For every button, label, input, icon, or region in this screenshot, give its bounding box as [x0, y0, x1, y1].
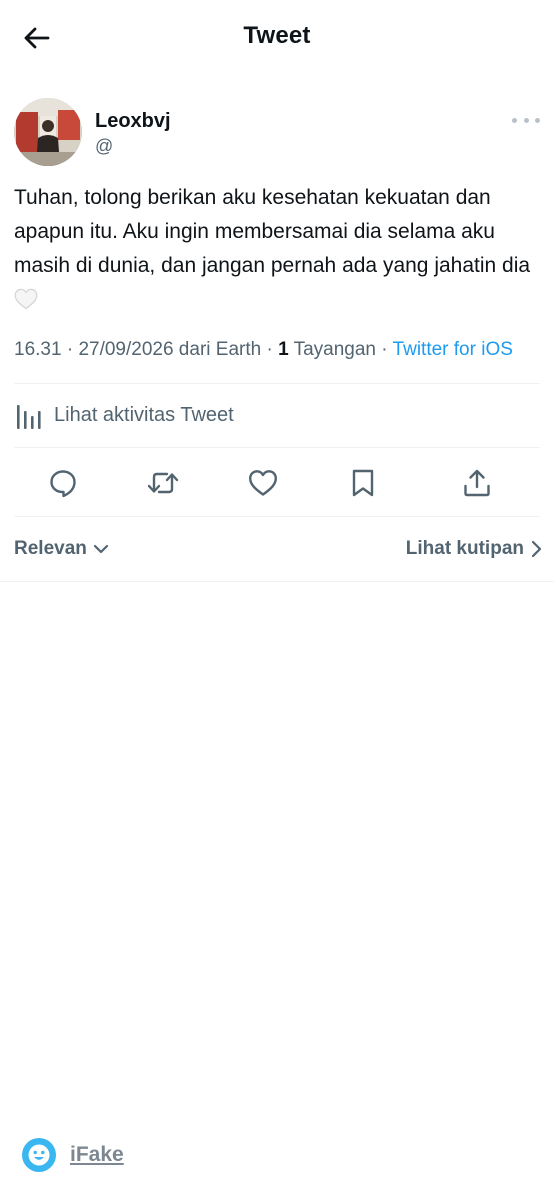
retweet-icon	[147, 472, 179, 494]
tweet-text: Tuhan, tolong berikan aku kesehatan keku…	[14, 181, 540, 317]
reply-icon	[50, 470, 76, 498]
meta-separator: ·	[261, 339, 279, 360]
smiley-icon	[22, 1138, 56, 1172]
tweet-body: Tuhan, tolong berikan aku kesehatan keku…	[14, 186, 531, 277]
views-label: Tayangan	[288, 339, 376, 360]
meta-separator: ·	[376, 339, 393, 360]
share-icon	[464, 469, 490, 497]
divider	[14, 383, 540, 384]
avatar-photo	[14, 98, 82, 166]
view-quotes-link[interactable]: Lihat kutipan	[406, 538, 542, 560]
more-dot	[535, 117, 540, 123]
meta-separator: ·	[61, 339, 79, 360]
more-horizontal-icon	[512, 117, 517, 123]
bookmark-icon	[352, 469, 374, 497]
tweet-detail-page: Tweet Leoxbvj @ Tuhan, tolong berikan ak…	[0, 0, 554, 1200]
tweet-meta: 16.31 · 27/09/2026 dari Earth · 1 Tayang…	[14, 339, 544, 361]
tweet-source-link[interactable]: Twitter for iOS	[393, 339, 513, 360]
chevron-down-icon	[93, 544, 108, 554]
sort-label: Relevan	[14, 538, 87, 559]
white-heart-emoji	[14, 288, 38, 310]
more-dot	[523, 117, 529, 123]
views-count: 1	[278, 339, 289, 360]
avatar[interactable]	[14, 98, 82, 166]
divider	[14, 447, 540, 448]
like-button[interactable]	[246, 466, 280, 500]
share-button[interactable]	[460, 466, 494, 500]
top-bar: Tweet	[0, 0, 554, 78]
smiley-glyph	[28, 1144, 50, 1166]
replies-sort-dropdown[interactable]: Relevan	[14, 538, 109, 560]
chevron-right-icon	[531, 540, 542, 558]
author-display-name[interactable]: Leoxbvj	[95, 110, 171, 133]
bookmark-button[interactable]	[346, 466, 380, 500]
analytics-bars-icon	[17, 405, 41, 429]
watermark-label: iFake	[70, 1143, 124, 1166]
page-title: Tweet	[243, 22, 311, 49]
divider	[14, 516, 540, 517]
view-tweet-activity-button[interactable]: Lihat aktivitas Tweet	[14, 398, 234, 432]
tweet-actions	[0, 460, 554, 506]
author-handle[interactable]: @	[95, 136, 113, 157]
tweet-author: Leoxbvj @	[14, 98, 540, 168]
like-icon	[249, 470, 277, 496]
retweet-button[interactable]	[146, 466, 180, 500]
reply-button[interactable]	[46, 466, 80, 500]
quotes-label: Lihat kutipan	[405, 538, 524, 559]
watermark: iFake	[22, 1138, 124, 1172]
tweet-date-location: 27/09/2026 dari Earth	[78, 339, 262, 360]
tweet-time: 16.31	[14, 339, 62, 360]
activity-label: Lihat aktivitas Tweet	[54, 403, 234, 426]
more-options-button[interactable]	[512, 110, 540, 130]
divider	[0, 581, 554, 582]
